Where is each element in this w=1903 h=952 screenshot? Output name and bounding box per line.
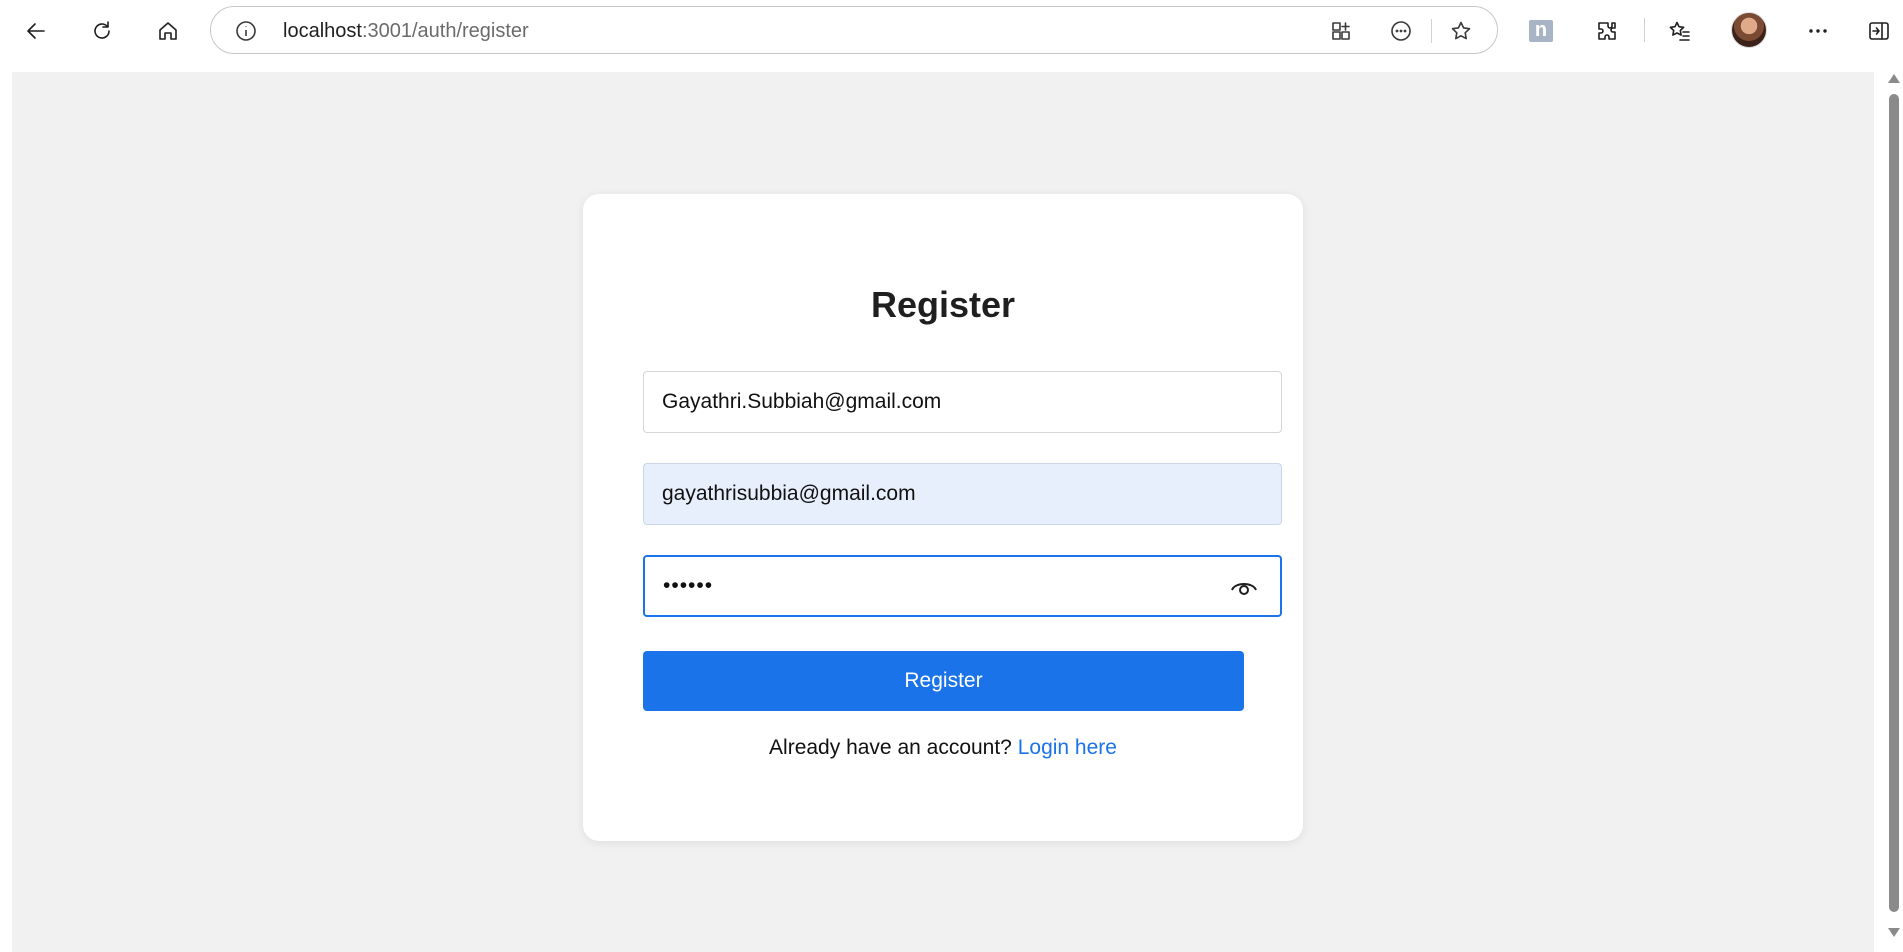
page-title: Register	[870, 284, 1016, 325]
sidebar-exit-icon	[1869, 22, 1889, 40]
split-screen-button[interactable]	[1327, 17, 1355, 45]
url-host: localhost	[283, 20, 362, 42]
url-text[interactable]: localhost:3001/auth/register	[283, 19, 529, 43]
toolbar-divider	[1644, 18, 1645, 42]
settings-more-button[interactable]	[1799, 12, 1837, 50]
back-arrow-icon	[27, 23, 45, 39]
profile-avatar[interactable]	[1731, 12, 1767, 48]
login-link[interactable]: Login here	[1018, 736, 1117, 759]
add-app-icon	[1332, 22, 1350, 40]
more-page-actions-button[interactable]	[1387, 17, 1415, 45]
refresh-icon	[94, 21, 110, 39]
email-field[interactable]	[643, 463, 1282, 525]
star-icon	[1451, 21, 1471, 40]
back-button[interactable]	[17, 12, 55, 50]
name-field[interactable]	[643, 371, 1282, 433]
register-button[interactable]: Register	[643, 651, 1244, 711]
refresh-button[interactable]	[83, 12, 121, 50]
browser-toolbar: localhost:3001/auth/register n	[0, 0, 1903, 60]
login-prompt-text: Already have an account?	[769, 736, 1012, 759]
password-field[interactable]	[643, 555, 1282, 617]
favorites-list-icon	[1669, 21, 1690, 41]
eye-icon	[1231, 583, 1257, 595]
more-dots-icon	[1809, 29, 1827, 33]
scroll-thumb[interactable]	[1889, 94, 1899, 912]
sidebar-toggle-button[interactable]	[1860, 12, 1898, 50]
scroll-down-arrow-icon[interactable]	[1888, 928, 1900, 937]
puzzle-icon	[1598, 22, 1616, 40]
extensions-button[interactable]	[1588, 12, 1626, 50]
extension-n-icon[interactable]: n	[1529, 20, 1553, 42]
address-bar[interactable]: localhost:3001/auth/register	[210, 6, 1498, 54]
ellipsis-circle-icon	[1391, 21, 1411, 41]
page-viewport: Register Register Already have an accoun…	[12, 72, 1874, 952]
email-input[interactable]	[644, 464, 1281, 524]
password-input[interactable]	[645, 557, 1280, 615]
scroll-up-arrow-icon[interactable]	[1888, 74, 1900, 83]
home-icon	[159, 22, 177, 40]
address-bar-divider	[1431, 19, 1432, 43]
show-password-button[interactable]	[1230, 575, 1258, 599]
page-scrollbar[interactable]	[1884, 72, 1903, 952]
favorites-button[interactable]	[1661, 12, 1699, 50]
home-button[interactable]	[149, 12, 187, 50]
login-prompt: Already have an account? Login here	[583, 735, 1303, 761]
url-path: :3001/auth/register	[361, 20, 529, 42]
register-card: Register Register Already have an accoun…	[583, 194, 1303, 841]
site-info-icon[interactable]	[233, 18, 259, 44]
favorite-button[interactable]	[1447, 17, 1475, 45]
name-input[interactable]	[644, 372, 1281, 432]
